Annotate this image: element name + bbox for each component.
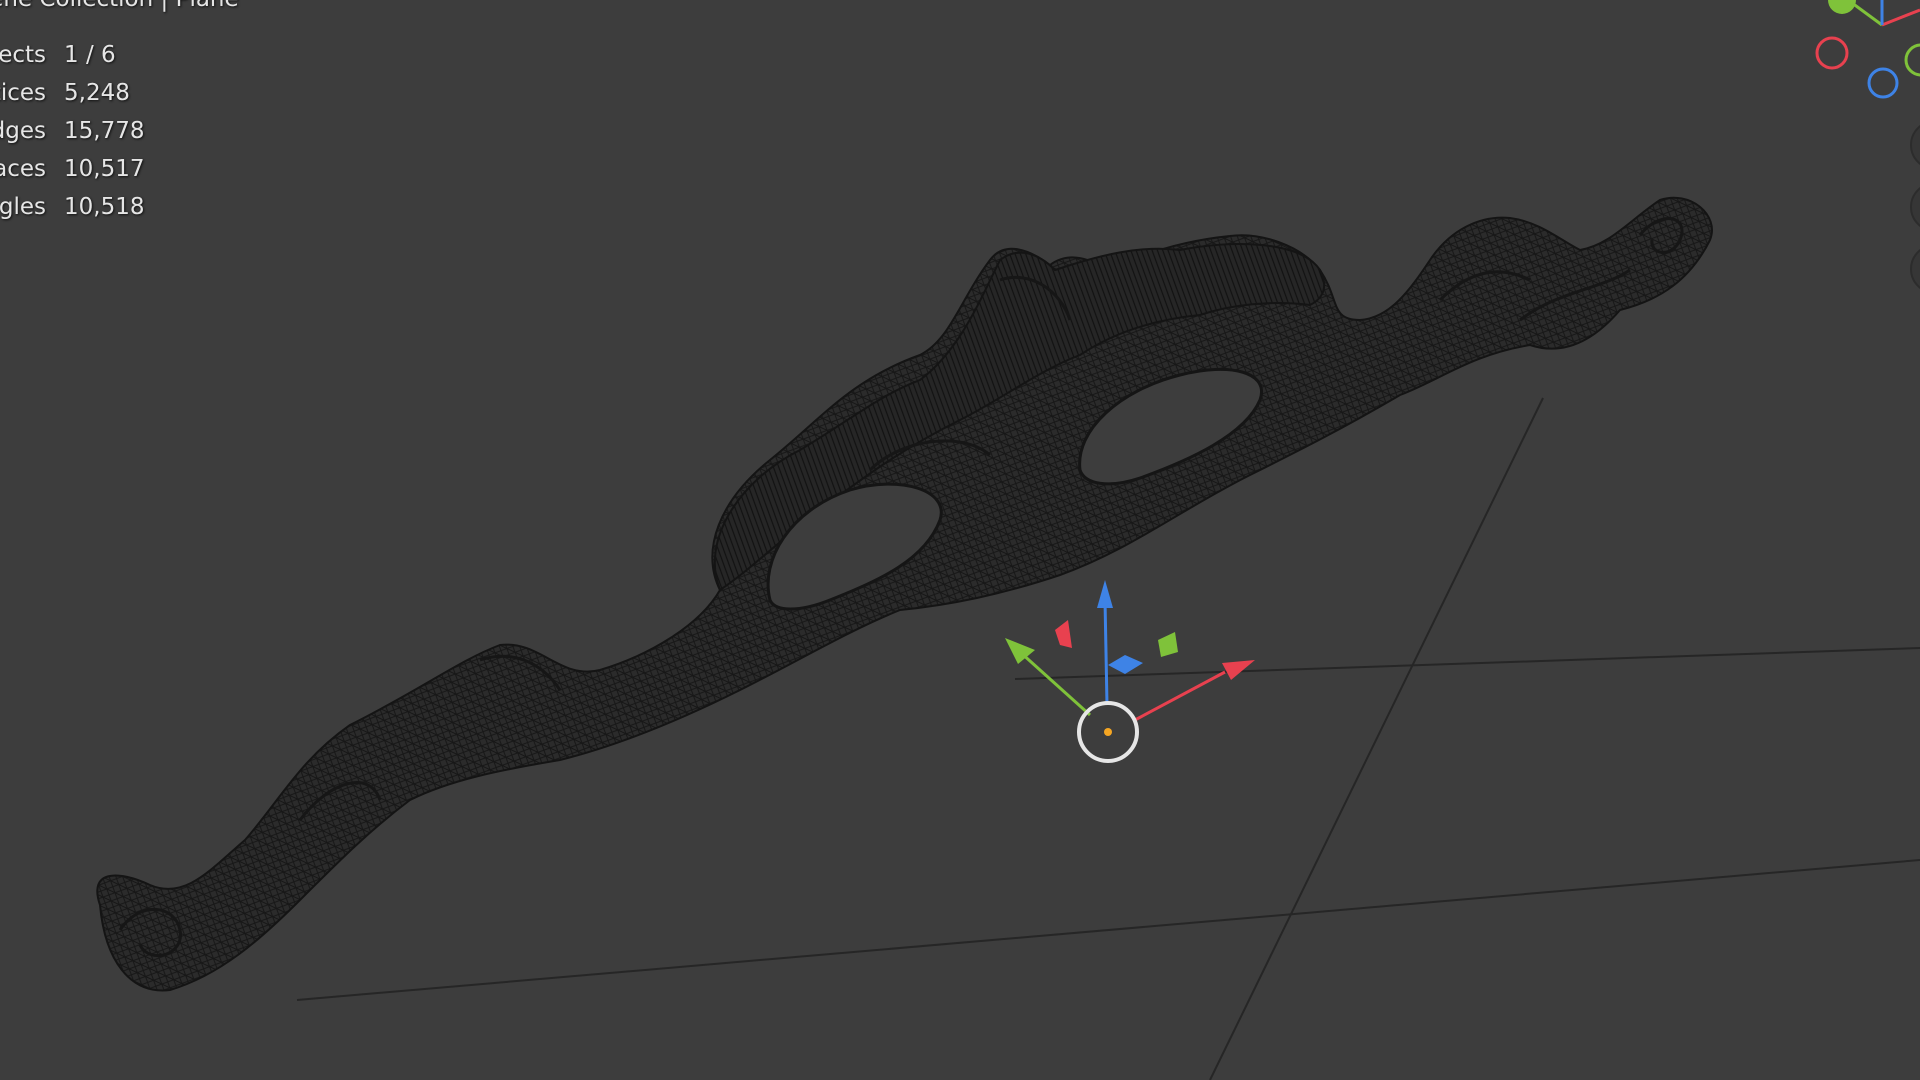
grid-line [296,859,1920,1001]
stat-label: Faces [0,156,46,182]
nav-y-positive [1828,0,1856,14]
grid-line [1209,397,1544,1080]
transform-move-gizmo[interactable] [1005,580,1255,763]
grid-line [1014,647,1920,680]
3d-viewport[interactable]: Scene Collection | Plane Objects 1 / 6 V… [0,0,1920,1080]
wireframe-ornament-mesh[interactable] [96,196,1713,992]
stat-label: Objects [0,42,46,68]
stat-value: 10,517 [64,156,145,182]
viewport-scene[interactable] [0,0,1920,1080]
gizmo-y-axis [1018,650,1092,717]
stat-value: 15,778 [64,118,145,144]
ornament-body [96,196,1713,992]
stat-value: 5,248 [64,80,130,106]
gizmo-plane-xy [1108,655,1143,674]
gizmo-plane-yz [1158,632,1178,657]
axis-orientation-icon[interactable] [1815,0,1920,99]
nav-x-negative [1815,36,1849,70]
gizmo-z-axis [1103,599,1109,706]
gizmo-z-arrow [1097,580,1113,608]
gizmo-plane-xz [1055,620,1072,648]
gizmo-x-axis [1134,670,1226,722]
stat-label: Edges [0,118,46,144]
stat-value: 10,518 [64,194,145,220]
nav-y-negative [1904,43,1920,77]
stat-label: Vertices [0,80,46,106]
stat-value: 1 / 6 [64,42,116,68]
object-origin-dot [1104,728,1112,736]
collection-title: Scene Collection | Plane [0,0,239,12]
nav-z-negative [1867,67,1899,99]
stat-label: Triangles [0,194,46,220]
